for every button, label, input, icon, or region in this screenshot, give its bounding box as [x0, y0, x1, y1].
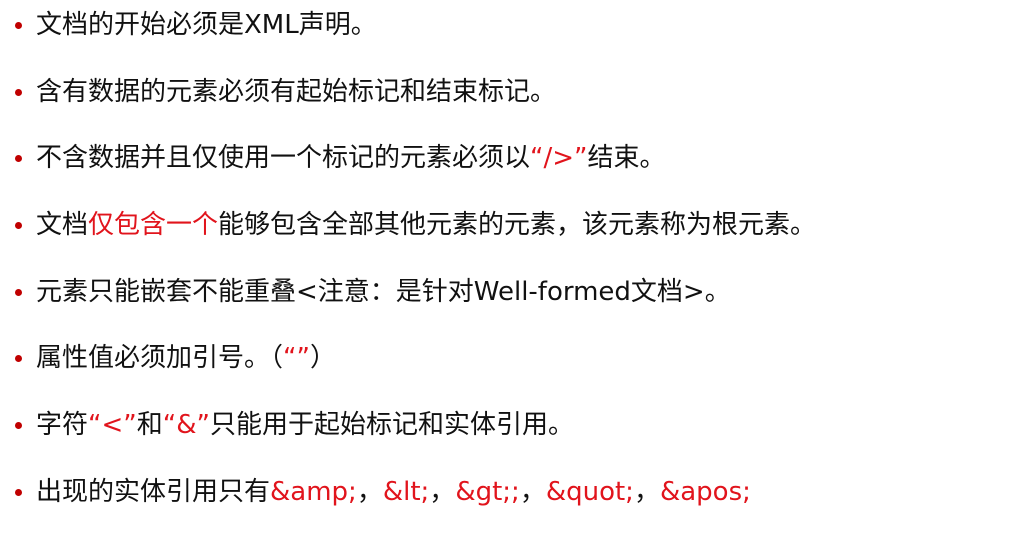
bullet-item-5: 元素只能嵌套不能重叠<注意：是针对Well-formed文档>。	[0, 267, 1014, 317]
bullet-item-2: 含有数据的元素必须有起始标记和结束标记。	[0, 67, 1014, 117]
highlight-run: “/>”	[530, 143, 588, 173]
text-run: ，	[519, 477, 546, 507]
highlight-run: &quot;	[545, 477, 634, 507]
bullet-item-4: 文档仅包含一个能够包含全部其他元素的元素，该元素称为根元素。	[0, 200, 1014, 250]
bullet-dot	[15, 221, 22, 229]
highlight-run: &gt;;	[455, 477, 520, 507]
text-run: 含有数据的元素必须有起始标记和结束标记。	[36, 77, 557, 107]
text-run: 只能用于起始标记和实体引用。	[209, 410, 574, 440]
bullet-item-6: 属性值必须加引号。（“”）	[0, 333, 1014, 383]
text-run: 元素只能嵌套不能重叠<注意：是针对Well-formed文档>。	[36, 277, 731, 307]
bullet-dot	[15, 88, 22, 96]
highlight-run: “”	[283, 343, 310, 373]
item-text: 不含数据并且仅使用一个标记的元素必须以“/>”结束。	[36, 145, 666, 171]
bullet-dot	[15, 21, 22, 29]
highlight-run: “&”	[162, 410, 210, 440]
text-run: ，	[633, 477, 660, 507]
text-run: 文档的开始必须是XML声明。	[36, 10, 377, 40]
text-run: ，	[356, 477, 383, 507]
item-text: 属性值必须加引号。（“”）	[36, 345, 336, 371]
item-text: 字符“<”和“&”只能用于起始标记和实体引用。	[36, 412, 574, 438]
item-text: 出现的实体引用只有&amp;，&lt;，&gt;;，&quot;，&apos;	[36, 479, 751, 505]
bullet-dot	[15, 488, 22, 496]
bullet-dot	[15, 288, 22, 296]
bullet-dot	[15, 154, 22, 162]
highlight-run: &amp;	[270, 477, 357, 507]
highlight-run: &apos;	[659, 477, 751, 507]
text-run: 不含数据并且仅使用一个标记的元素必须以	[36, 143, 531, 173]
text-run: 字符	[36, 410, 89, 440]
text-run: ，	[429, 477, 456, 507]
bullet-dot	[15, 421, 22, 429]
bullet-item-8: 出现的实体引用只有&amp;，&lt;，&gt;;，&quot;，&apos;	[0, 467, 1014, 517]
bullet-item-7: 字符“<”和“&”只能用于起始标记和实体引用。	[0, 400, 1014, 450]
item-text: 含有数据的元素必须有起始标记和结束标记。	[36, 79, 556, 105]
item-text: 文档仅包含一个能够包含全部其他元素的元素，该元素称为根元素。	[36, 212, 816, 238]
highlight-run: 仅包含一个	[88, 210, 219, 240]
bullet-item-3: 不含数据并且仅使用一个标记的元素必须以“/>”结束。	[0, 133, 1014, 183]
bullet-dot	[15, 354, 22, 362]
text-run: ）	[309, 343, 336, 373]
text-run: 文档	[36, 210, 89, 240]
item-text: 文档的开始必须是XML声明。	[36, 12, 377, 38]
bullet-item-1: 文档的开始必须是XML声明。	[0, 0, 1014, 50]
text-run: 能够包含全部其他元素的元素，该元素称为根元素。	[218, 210, 817, 240]
highlight-run: &lt;	[382, 477, 430, 507]
item-text: 元素只能嵌套不能重叠<注意：是针对Well-formed文档>。	[36, 279, 731, 305]
highlight-run: “<”	[88, 410, 137, 440]
text-run: 出现的实体引用只有	[36, 477, 271, 507]
slide-content: 文档的开始必须是XML声明。 含有数据的元素必须有起始标记和结束标记。 不含数据…	[0, 0, 1014, 536]
text-run: 属性值必须加引号。（	[36, 343, 284, 373]
text-run: 结束。	[587, 143, 666, 173]
text-run: 和	[136, 410, 163, 440]
